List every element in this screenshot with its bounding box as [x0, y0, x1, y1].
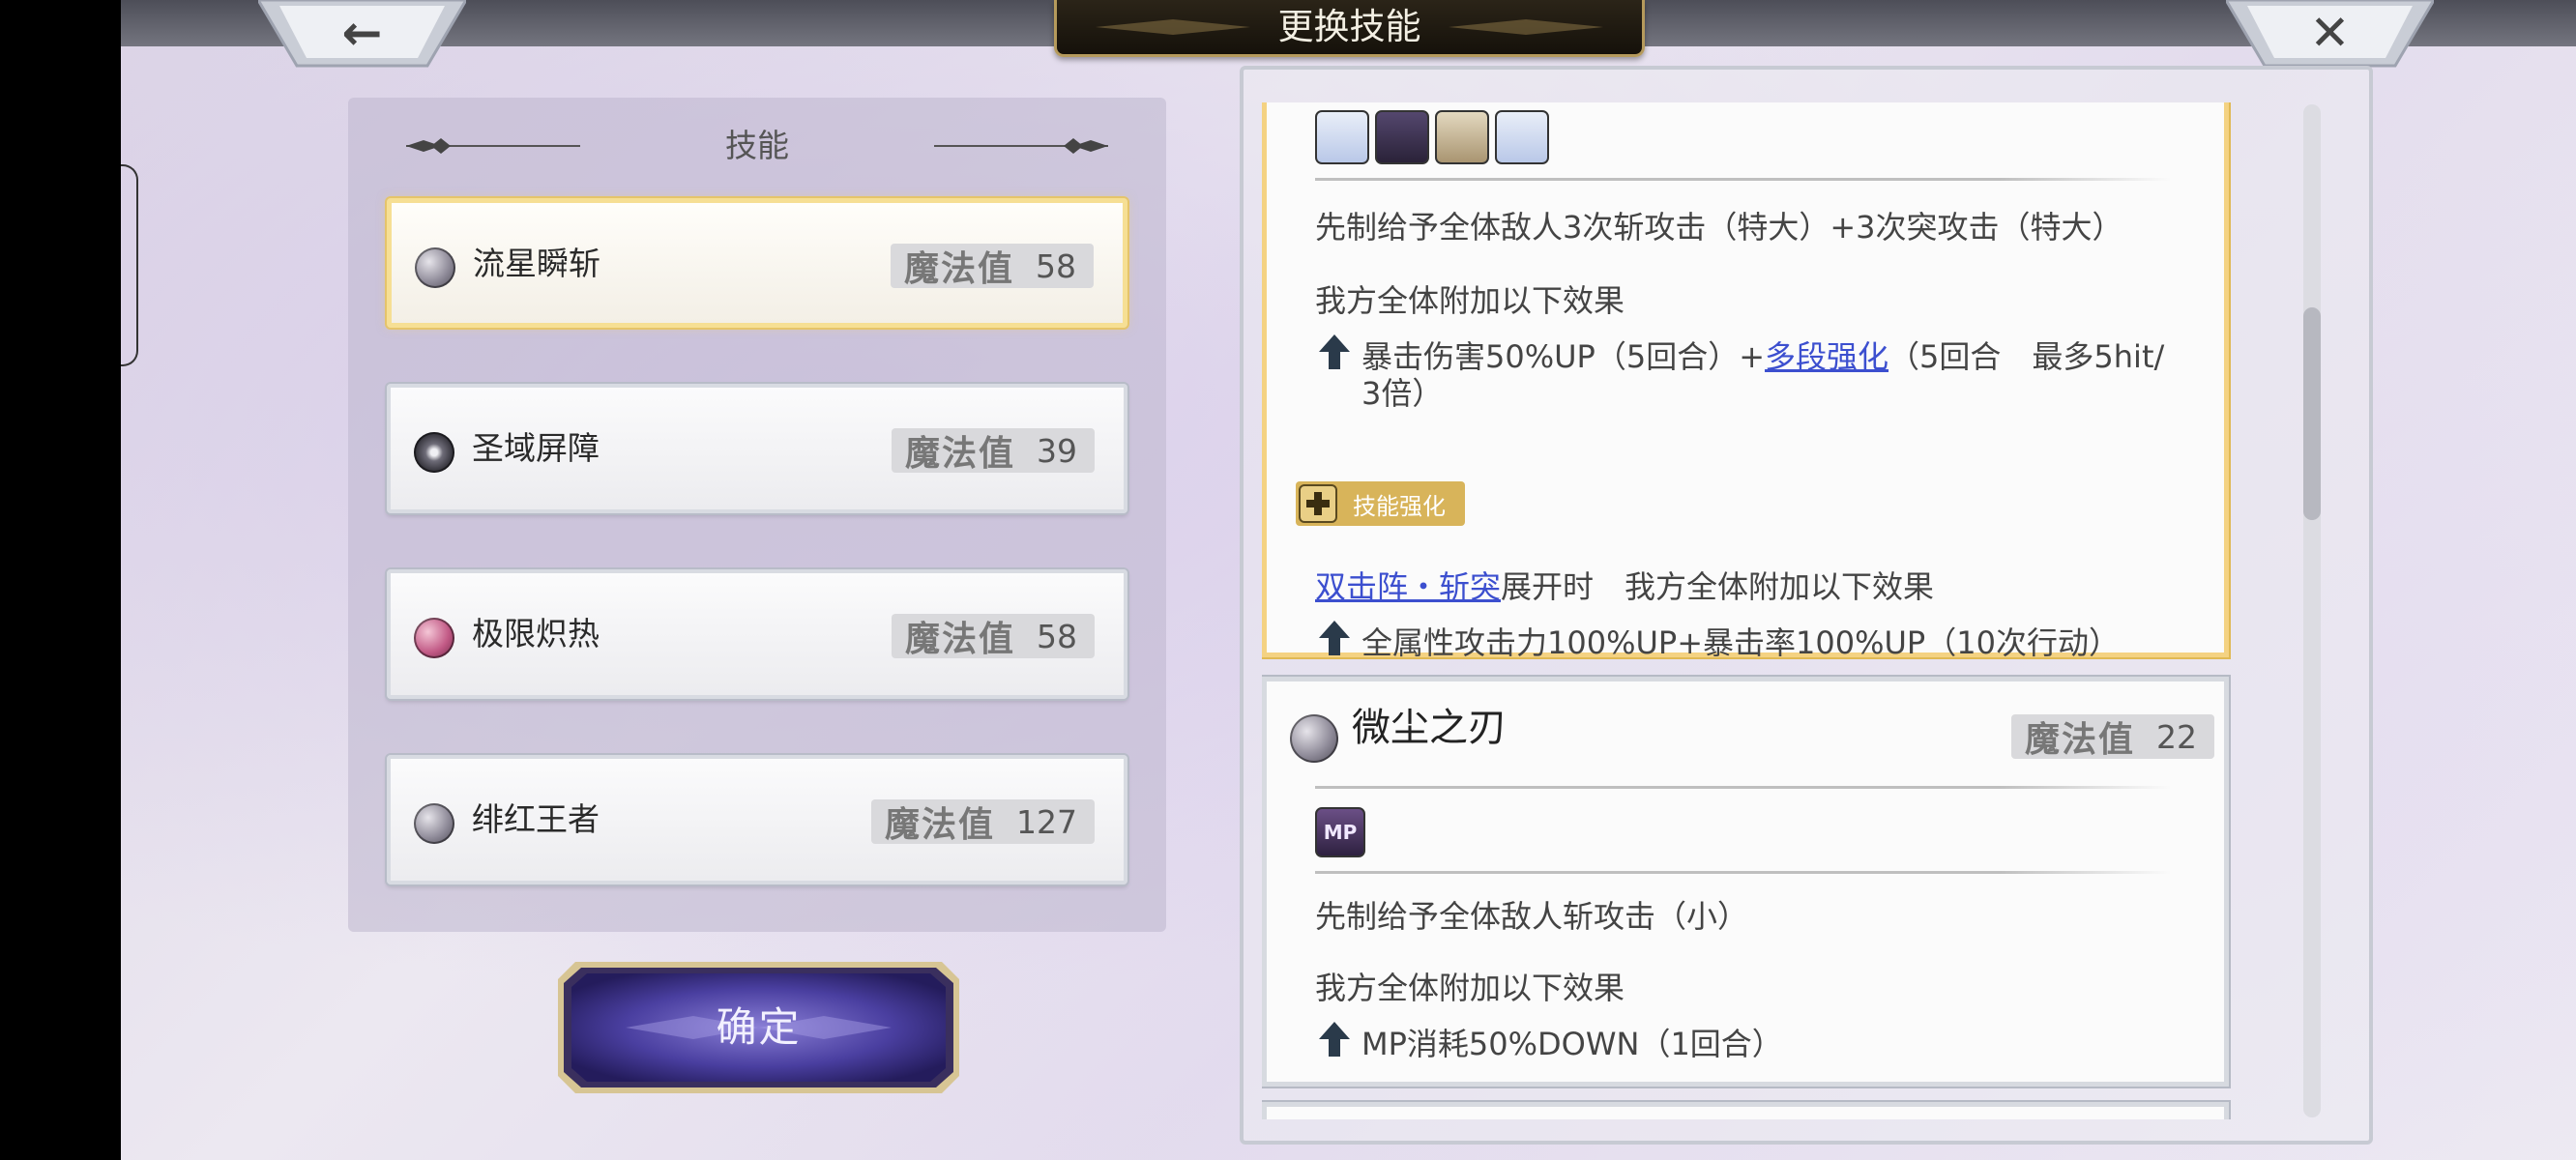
- buff-line-a: 暴击伤害50%UP（5回合）+多段强化（5回合 最多5hit/: [1361, 333, 2164, 377]
- buff-up-arrow-icon: [1319, 621, 1350, 655]
- enhance-condition-text: 展开时 我方全体附加以下效果: [1501, 568, 1935, 605]
- mp-cost-box: 魔法值 58: [890, 244, 1094, 289]
- confirm-button[interactable]: 确定: [558, 962, 959, 1093]
- fire-orb-icon: [414, 618, 454, 658]
- buff-line: MP消耗50%DOWN（1回合）: [1361, 1026, 1783, 1062]
- divider: [1315, 178, 2171, 181]
- skill-name: 圣域屏障: [472, 429, 600, 467]
- detail-scrollbar-thumb[interactable]: [2303, 307, 2321, 520]
- skill-item-0[interactable]: 流星瞬斩 魔法值 58: [387, 198, 1127, 328]
- effect-line-2: 我方全体附加以下效果: [1315, 282, 1625, 319]
- selected-skill-detail-card: 先制给予全体敌人3次斩攻击（特大）+3次突攻击（特大） 我方全体附加以下效果 暴…: [1262, 102, 2229, 661]
- holy-star-icon: [414, 432, 454, 473]
- game-screen: ← 更换技能 ✕ 技能 流星瞬斩 魔法值 58 圣域屏障 魔法值 39 极限炽热…: [121, 0, 2576, 1160]
- skill-detail-card-3[interactable]: [1262, 1102, 2229, 1119]
- header-ornament-right: [934, 138, 1108, 154]
- mp-value: 58: [1036, 246, 1076, 285]
- skill-enhance-tag: 技能强化: [1296, 481, 1465, 526]
- buff-up-arrow-icon: [1319, 1022, 1350, 1057]
- enhance-condition-line: 双击阵・斩突展开时 我方全体附加以下效果: [1315, 563, 1934, 607]
- mp-cost-box: 魔法值 39: [891, 428, 1095, 474]
- divider: [1315, 786, 2171, 789]
- effect-line-1: 先制给予全体敌人3次斩攻击（特大）+3次突攻击（特大）: [1315, 209, 2123, 246]
- mp-label: 魔法值: [904, 434, 1015, 474]
- close-button[interactable]: ✕: [2226, 0, 2434, 68]
- detail-scrollbar[interactable]: [2303, 104, 2321, 1117]
- effect-icon-row: [1315, 110, 1549, 164]
- skill-list-header: 技能: [348, 117, 1166, 175]
- effect-line-2: 我方全体附加以下效果: [1315, 970, 1625, 1006]
- page-title: 更换技能: [1277, 6, 1421, 47]
- back-button[interactable]: ←: [258, 0, 466, 68]
- mp-label: 魔法值: [903, 249, 1014, 289]
- skill-item-1[interactable]: 圣域屏障 魔法值 39: [387, 384, 1127, 513]
- skill-detail-card-2[interactable]: 微尘之刃 魔法值 22 MP 先制给予全体敌人斩攻击（小） 我方全体附加以下效果…: [1262, 677, 2229, 1087]
- attack-up-icon: [1315, 110, 1369, 164]
- mp-value: 58: [1037, 617, 1077, 655]
- mp-cost-box: 魔法值 127: [870, 799, 1095, 845]
- skill-name: 流星瞬斩: [473, 245, 600, 282]
- buff-a-suffix: （5回合 最多5hit/: [1888, 338, 2165, 375]
- skill-item-2[interactable]: 极限炽热 魔法值 58: [387, 569, 1127, 699]
- close-icon: ✕: [2309, 5, 2351, 61]
- effect-line-1: 先制给予全体敌人斩攻击（小）: [1315, 898, 1749, 935]
- multi-hit-icon: [1435, 110, 1489, 164]
- mp-value: 22: [2156, 717, 2197, 756]
- multi-strengthen-link[interactable]: 多段强化: [1765, 338, 1888, 375]
- mp-icon: MP: [1315, 807, 1365, 857]
- confirm-label: 确定: [716, 1003, 802, 1051]
- left-edge-notch: [121, 164, 138, 366]
- mp-cost-box: 魔法值 58: [891, 614, 1095, 659]
- plus-icon: [1299, 484, 1337, 523]
- buff-up-arrow-icon: [1319, 334, 1350, 369]
- back-arrow-icon: ←: [341, 5, 383, 61]
- mp-cost-box: 魔法值 22: [2010, 714, 2214, 760]
- plus-glyph: [1306, 492, 1330, 515]
- mp-label: 魔法值: [904, 620, 1015, 659]
- formation-link[interactable]: 双击阵・斩突: [1315, 568, 1501, 605]
- slash-icon: [1375, 110, 1429, 164]
- skill-item-3[interactable]: 绯红王者 魔法值 127: [387, 755, 1127, 884]
- dark-moon-icon: [415, 247, 455, 288]
- mp-icon-text: MP: [1323, 821, 1358, 844]
- skill-list-panel: 技能 流星瞬斩 魔法值 58 圣域屏障 魔法值 39 极限炽热 魔法值 58 绯…: [348, 98, 1166, 932]
- mp-label: 魔法值: [884, 805, 995, 845]
- buff-line-a-cont: 3倍）: [1361, 375, 1444, 412]
- mp-value: 127: [1016, 802, 1077, 841]
- title-plate: 更换技能: [1054, 0, 1645, 57]
- buff-line-b: 全属性攻击力100%UP+暴击率100%UP（10次行动）: [1361, 624, 2120, 661]
- skill-enhance-label: 技能强化: [1353, 492, 1446, 520]
- dark-moon-icon: [414, 803, 454, 844]
- mp-value: 39: [1037, 431, 1077, 470]
- dark-moon-icon: [1290, 714, 1338, 763]
- skill-name: 极限炽热: [472, 615, 600, 652]
- divider: [1315, 871, 2171, 874]
- skill-detail-content: 先制给予全体敌人3次斩攻击（特大）+3次突攻击（特大） 我方全体附加以下效果 暴…: [1262, 102, 2231, 1119]
- skill-name: 绯红王者: [472, 800, 600, 838]
- mp-label: 魔法值: [2024, 720, 2135, 760]
- card-skill-name: 微尘之刃: [1352, 706, 1507, 750]
- attack-boost-icon: [1495, 110, 1549, 164]
